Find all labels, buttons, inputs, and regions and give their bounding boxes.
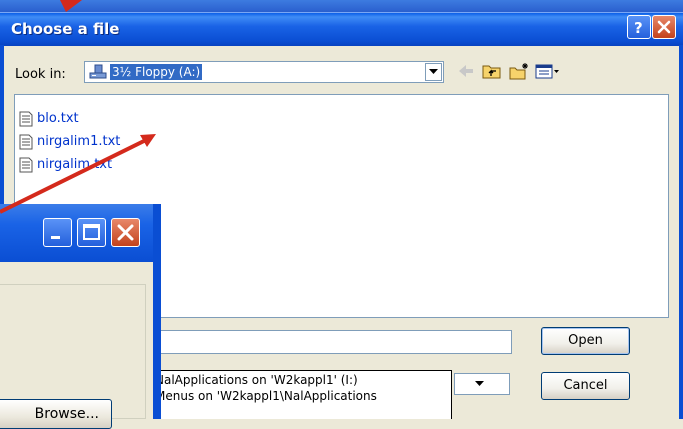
file-name: nirgalim1.txt bbox=[37, 134, 121, 149]
browse-button[interactable]: Browse... bbox=[0, 399, 112, 429]
file-name-input[interactable] bbox=[150, 330, 512, 354]
svg-text:?: ? bbox=[634, 19, 643, 37]
chevron-down-icon bbox=[475, 381, 484, 386]
chevron-down-icon bbox=[429, 69, 438, 74]
cancel-button[interactable]: Cancel bbox=[541, 372, 630, 400]
back-arrow-icon[interactable] bbox=[457, 62, 475, 80]
file-name: blo.txt bbox=[37, 111, 79, 126]
close-icon bbox=[117, 224, 134, 241]
new-folder-icon[interactable] bbox=[509, 62, 531, 80]
dialog-right-frame bbox=[679, 45, 683, 419]
minimize-button[interactable] bbox=[43, 218, 72, 247]
file-type-dropdown-button[interactable] bbox=[454, 373, 510, 395]
look-in-value: 3½ Floppy (A:) bbox=[110, 64, 203, 80]
maximize-icon bbox=[83, 224, 100, 240]
drive-icon bbox=[89, 64, 107, 79]
list-item[interactable]: Menus on 'W2kappl1\NalApplications bbox=[155, 389, 377, 403]
help-icon: ? bbox=[634, 19, 643, 37]
help-button[interactable]: ? bbox=[627, 15, 651, 39]
up-folder-icon[interactable] bbox=[482, 62, 502, 80]
minimize-icon bbox=[51, 236, 60, 239]
window-top-strip bbox=[0, 0, 683, 12]
open-button[interactable]: Open bbox=[541, 327, 630, 355]
close-icon bbox=[657, 20, 671, 34]
window-right-frame bbox=[153, 204, 161, 419]
close-button[interactable] bbox=[652, 15, 676, 39]
look-in-dropdown-button[interactable] bbox=[425, 63, 442, 81]
text-file-icon bbox=[19, 111, 33, 127]
list-item[interactable]: NalApplications on 'W2kappl1' (I:) bbox=[155, 373, 358, 387]
text-file-icon bbox=[19, 157, 33, 173]
view-menu-icon[interactable] bbox=[535, 62, 561, 80]
dialog-title: Choose a file bbox=[11, 20, 120, 38]
look-in-label: Look in: bbox=[15, 67, 66, 82]
window-body: Browse... bbox=[0, 262, 153, 429]
close-button[interactable] bbox=[111, 218, 140, 247]
look-in-dropdown[interactable]: 3½ Floppy (A:) bbox=[84, 61, 444, 83]
file-name: nirgalim.txt bbox=[37, 157, 113, 172]
background-window: Browse... bbox=[0, 204, 161, 429]
file-type-list[interactable]: NalApplications on 'W2kappl1' (I:) Menus… bbox=[150, 370, 452, 419]
text-file-icon bbox=[19, 134, 33, 150]
maximize-button[interactable] bbox=[77, 218, 106, 247]
